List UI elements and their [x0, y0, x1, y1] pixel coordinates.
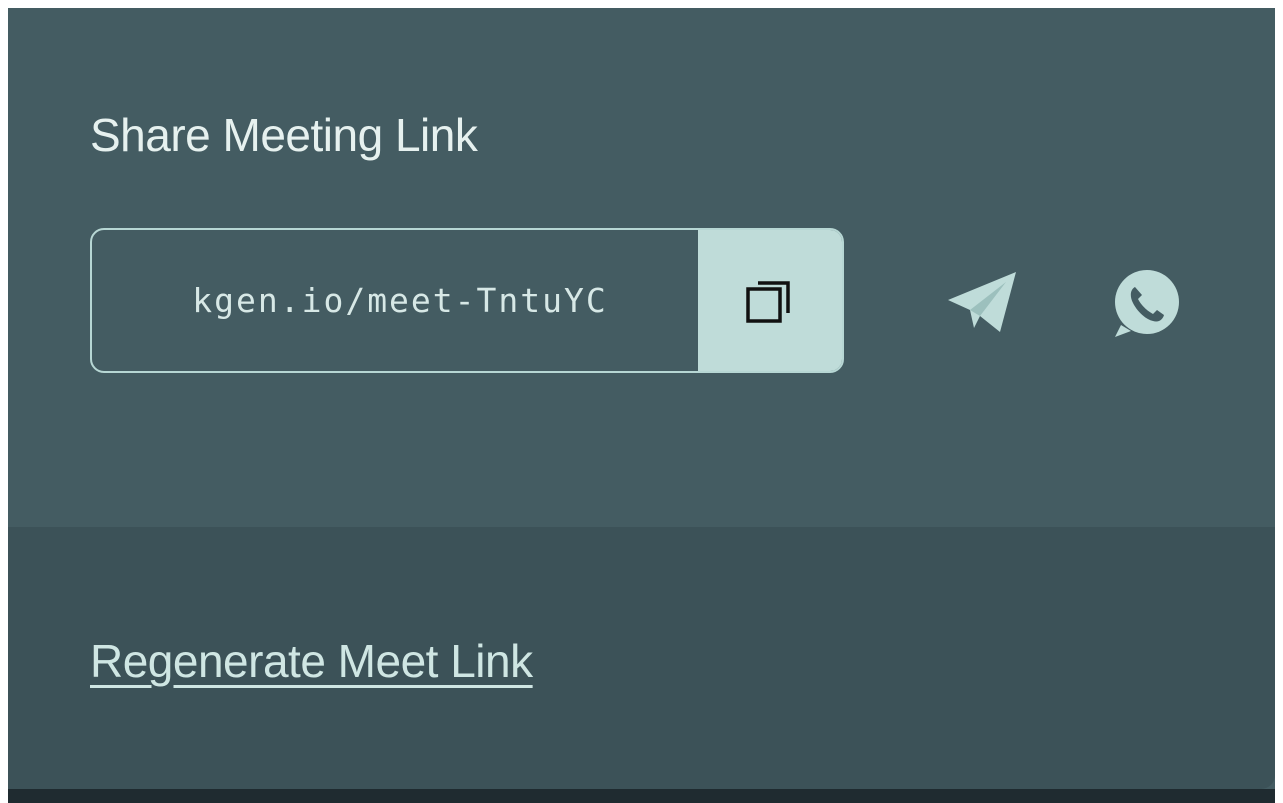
whatsapp-icon — [1115, 270, 1179, 337]
meeting-link-field: kgen.io/meet-TntuYC — [90, 228, 844, 373]
share-meeting-card: Share Meeting Link kgen.io/meet-TntuYC R… — [8, 8, 1275, 789]
copy-icon — [746, 280, 790, 323]
bottom-edge — [8, 789, 1275, 803]
share-section: Share Meeting Link kgen.io/meet-TntuYC — [8, 8, 1275, 527]
regenerate-link[interactable]: Regenerate Meet Link — [90, 634, 533, 688]
share-panel-frame: Share Meeting Link kgen.io/meet-TntuYC R… — [8, 8, 1275, 803]
telegram-share-button[interactable] — [938, 258, 1026, 346]
copy-link-button[interactable] — [698, 230, 842, 371]
whatsapp-share-button[interactable] — [1106, 264, 1186, 344]
meeting-link-text[interactable]: kgen.io/meet-TntuYC — [92, 230, 698, 371]
telegram-icon — [948, 272, 1016, 332]
share-title: Share Meeting Link — [90, 109, 478, 161]
